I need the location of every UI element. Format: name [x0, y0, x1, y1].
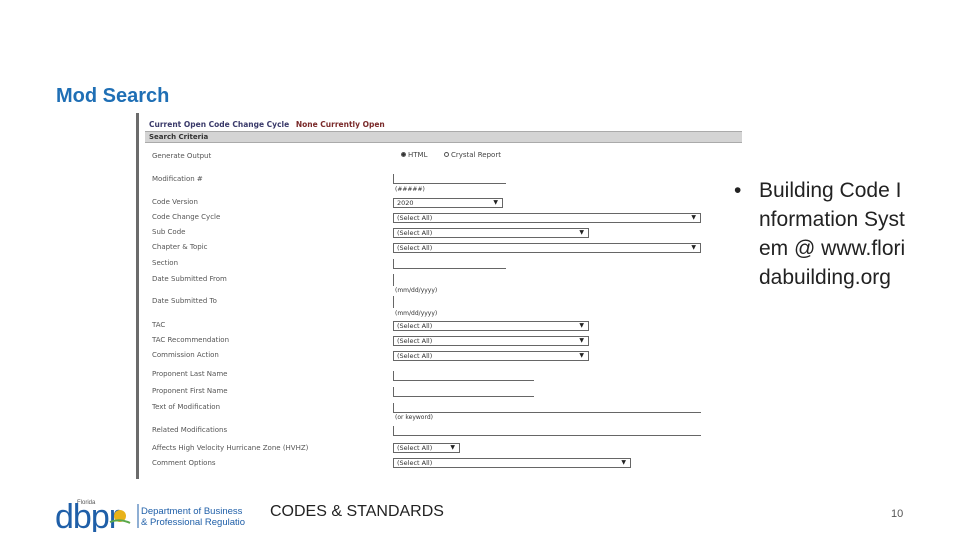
comment-options-label: Comment Options	[152, 459, 216, 467]
radio-crystal-report[interactable]: Crystal Report	[444, 151, 501, 159]
chevron-down-icon: ▼	[579, 322, 584, 329]
logo-line2: & Professional Regulation	[141, 517, 245, 528]
modification-hint: (#####)	[395, 186, 425, 193]
search-criteria-header: Search Criteria	[145, 131, 742, 143]
section-label: Section	[152, 259, 179, 267]
chapter-topic-value: (Select All)	[397, 244, 433, 252]
chevron-down-icon: ▼	[493, 199, 498, 206]
chapter-topic-select[interactable]: (Select All) ▼	[393, 243, 701, 253]
chevron-down-icon: ▼	[691, 244, 696, 251]
chevron-down-icon: ▼	[691, 214, 696, 221]
date-to-label: Date Submitted To	[152, 297, 217, 305]
date-from-label: Date Submitted From	[152, 275, 227, 283]
footer-label: CODES & STANDARDS	[270, 503, 444, 520]
bullet-icon: •	[734, 179, 742, 202]
proponent-last-name-label: Proponent Last Name	[152, 370, 228, 378]
commission-action-label: Commission Action	[152, 351, 219, 359]
mod-search-screenshot: Current Open Code Change Cycle None Curr…	[136, 113, 742, 479]
generate-output-label: Generate Output	[152, 152, 212, 160]
radio-html[interactable]: HTML	[401, 151, 427, 159]
code-change-cycle-label: Code Change Cycle	[152, 213, 221, 221]
code-change-cycle-status: Current Open Code Change Cycle None Curr…	[149, 120, 385, 129]
dbpr-logo: Florida dbpr Department of Business & Pr…	[55, 498, 245, 532]
sub-code-value: (Select All)	[397, 229, 433, 237]
code-version-value: 2020	[397, 199, 414, 207]
modification-label: Modification #	[152, 175, 203, 183]
commission-action-select[interactable]: (Select All) ▼	[393, 351, 589, 361]
chevron-down-icon: ▼	[621, 459, 626, 466]
hvhz-select[interactable]: (Select All) ▼	[393, 443, 460, 453]
comment-options-select[interactable]: (Select All) ▼	[393, 458, 631, 468]
logo-line1: Department of Business	[141, 506, 243, 517]
tac-select[interactable]: (Select All) ▼	[393, 321, 589, 331]
hvhz-value: (Select All)	[397, 444, 433, 452]
chevron-down-icon: ▼	[579, 352, 584, 359]
sub-code-label: Sub Code	[152, 228, 186, 236]
cycle-value: None Currently Open	[295, 120, 385, 129]
radio-crystal-label: Crystal Report	[451, 151, 501, 159]
chevron-down-icon: ▼	[579, 337, 584, 344]
chevron-down-icon: ▼	[579, 229, 584, 236]
slide-title: Mod Search	[56, 85, 170, 107]
bullet-text: Building Code Information System @ www.f…	[759, 179, 906, 289]
proponent-first-name-label: Proponent First Name	[152, 387, 228, 395]
tac-label: TAC	[152, 321, 166, 329]
radio-selected-icon	[401, 151, 406, 157]
date-from-hint: (mm/dd/yyyy)	[395, 287, 438, 294]
tac-recommendation-label: TAC Recommendation	[152, 336, 230, 344]
related-modifications-label: Related Modifications	[152, 426, 228, 434]
radio-unselected-icon	[444, 151, 449, 157]
proponent-last-name-input[interactable]	[393, 371, 534, 381]
hvhz-label: Affects High Velocity Hurricane Zone (HV…	[152, 444, 309, 452]
commission-action-value: (Select All)	[397, 352, 433, 360]
date-to-hint: (mm/dd/yyyy)	[395, 310, 438, 317]
code-version-label: Code Version	[152, 198, 198, 206]
tac-value: (Select All)	[397, 322, 433, 330]
logo-letters: dbpr	[55, 498, 120, 532]
code-change-cycle-value: (Select All)	[397, 214, 433, 222]
proponent-first-name-input[interactable]	[393, 387, 534, 397]
text-of-modification-hint: (or keyword)	[395, 414, 433, 421]
chapter-topic-label: Chapter & Topic	[152, 243, 208, 251]
comment-options-value: (Select All)	[397, 459, 433, 467]
related-modifications-input[interactable]	[393, 426, 701, 436]
modification-input[interactable]	[393, 174, 506, 184]
radio-html-label: HTML	[408, 151, 428, 159]
cycle-label: Current Open Code Change Cycle	[149, 120, 290, 129]
page-number: 10	[891, 508, 904, 520]
text-of-modification-input[interactable]	[393, 403, 701, 413]
section-input[interactable]	[393, 259, 506, 269]
tac-recommendation-select[interactable]: (Select All) ▼	[393, 336, 589, 346]
text-of-modification-label: Text of Modification	[152, 403, 221, 411]
code-version-select[interactable]: 2020 ▼	[393, 198, 503, 208]
code-change-cycle-select[interactable]: (Select All) ▼	[393, 213, 701, 223]
chevron-down-icon: ▼	[450, 444, 455, 451]
date-to-input[interactable]	[393, 296, 394, 308]
search-criteria-title: Search Criteria	[149, 133, 209, 141]
tac-recommendation-value: (Select All)	[397, 337, 433, 345]
date-from-input[interactable]	[393, 274, 394, 286]
sub-code-select[interactable]: (Select All) ▼	[393, 228, 589, 238]
